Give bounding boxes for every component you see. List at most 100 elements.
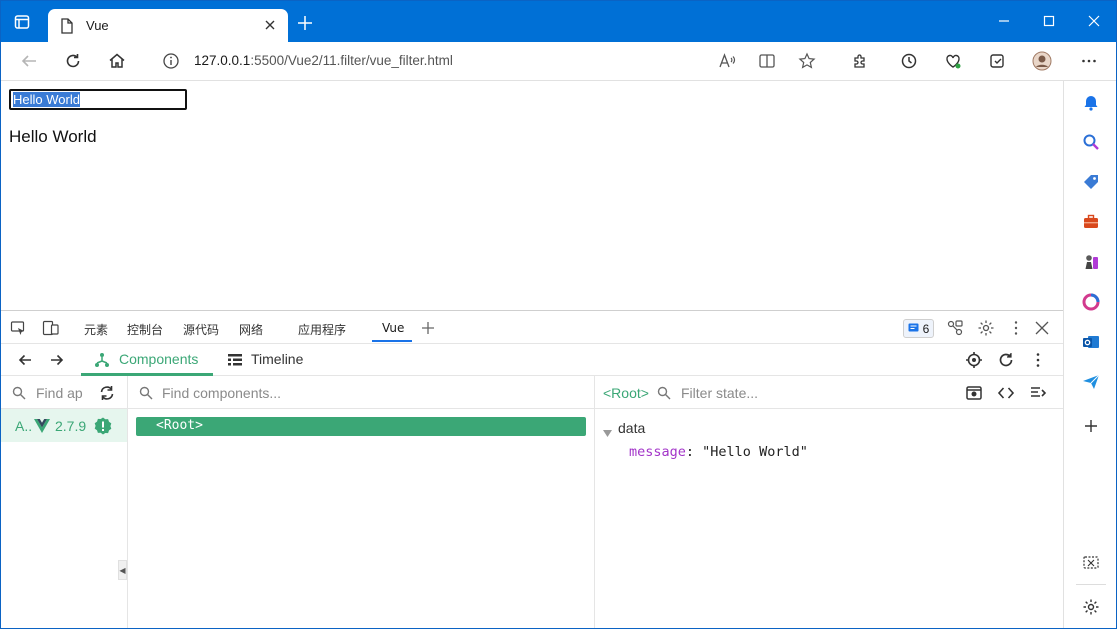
minimize-icon[interactable] — [996, 13, 1012, 29]
scroll-to-component-icon[interactable] — [965, 384, 983, 407]
vue-forward-icon[interactable] — [49, 352, 65, 373]
search-icon[interactable] — [1081, 132, 1101, 152]
components-tree-pane: Find components... <Root> — [128, 376, 595, 628]
property-value: "Hello World" — [702, 444, 808, 460]
vue-logo-icon — [34, 419, 50, 438]
notification-bell-icon[interactable] — [1081, 92, 1101, 112]
browser-window: Vue 127.0.0.1:5500/Vue2/11.filter/vue_fi… — [0, 0, 1117, 629]
tab-elements[interactable]: 元素 — [84, 321, 108, 338]
connected-devices-icon[interactable] — [946, 319, 964, 342]
tab-console[interactable]: 控制台 — [127, 321, 163, 338]
close-tab-icon[interactable] — [262, 17, 278, 33]
apps-search[interactable]: Find ap — [1, 376, 127, 409]
tools-briefcase-icon[interactable] — [1081, 212, 1101, 232]
root-component-label: <Root> — [156, 418, 203, 433]
more-tabs-plus-icon[interactable] — [420, 320, 436, 341]
sidebar-divider — [1076, 584, 1106, 585]
history-icon[interactable] — [899, 51, 919, 71]
new-tab-icon[interactable] — [297, 15, 313, 31]
read-aloud-icon[interactable] — [717, 51, 737, 71]
vue-version: 2.7.9 — [55, 418, 87, 434]
inspect-element-icon[interactable] — [10, 320, 26, 341]
profile-avatar[interactable] — [1032, 51, 1052, 71]
edge-sidebar — [1063, 81, 1116, 628]
app-list-item[interactable]: A.. 2.7.9 — [1, 409, 127, 442]
devtools-tab-bar: 元素 控制台 源代码 网络 应用程序 Vue 6 — [1, 311, 1063, 344]
back-icon[interactable] — [19, 51, 39, 71]
root-component-row[interactable]: <Root> — [136, 417, 586, 436]
games-chess-icon[interactable] — [1081, 252, 1101, 272]
active-tab-indicator — [372, 340, 412, 342]
address-bar[interactable]: 127.0.0.1:5500/Vue2/11.filter/vue_filter… — [194, 53, 453, 68]
tab-sources[interactable]: 源代码 — [183, 321, 219, 338]
maximize-icon[interactable] — [1041, 13, 1057, 29]
favorite-star-icon[interactable] — [797, 51, 817, 71]
collapse-pane-handle[interactable]: ◀ — [118, 560, 127, 580]
vue-more-icon[interactable] — [1029, 351, 1047, 374]
data-expand-arrow-icon[interactable] — [603, 425, 613, 443]
microsoft-365-icon[interactable] — [1081, 292, 1101, 312]
components-tab[interactable]: Components — [119, 351, 198, 367]
app-name: A.. — [15, 418, 33, 434]
components-search-placeholder: Find components... — [162, 385, 282, 401]
shopping-tag-icon[interactable] — [1081, 172, 1101, 192]
close-devtools-icon[interactable] — [1034, 320, 1050, 341]
selected-component-name: <Root> — [603, 385, 649, 401]
devtools-panel: 元素 控制台 源代码 网络 应用程序 Vue 6 Components Time… — [1, 310, 1063, 628]
property-colon: : — [685, 444, 703, 460]
components-search[interactable]: Find components... — [128, 376, 594, 409]
message-display: Hello World — [9, 127, 97, 146]
settings-gear-icon[interactable] — [1081, 597, 1101, 617]
tab-vue[interactable]: Vue — [382, 321, 404, 335]
state-filter[interactable]: <Root> Filter state... — [595, 376, 1063, 409]
apps-pane: Find ap A.. 2.7.9 ◀ — [1, 376, 128, 628]
refresh-icon[interactable] — [63, 51, 83, 71]
browser-essentials-icon[interactable] — [943, 51, 963, 71]
tab-title: Vue — [86, 18, 109, 33]
more-options-icon[interactable] — [1079, 51, 1099, 71]
home-icon[interactable] — [107, 51, 127, 71]
tab-actions-icon[interactable] — [11, 11, 33, 33]
devtools-settings-icon[interactable] — [977, 319, 995, 342]
title-bar: Vue — [1, 1, 1116, 42]
page-viewport: Hello World Hello World — [1, 81, 1063, 310]
tab-network[interactable]: 网络 — [239, 321, 263, 338]
state-filter-placeholder: Filter state... — [681, 385, 759, 401]
url-path: :5500/Vue2/11.filter/vue_filter.html — [250, 53, 453, 68]
data-section-label: data — [618, 420, 646, 436]
collections-icon[interactable] — [987, 51, 1007, 71]
outlook-icon[interactable] — [1081, 332, 1101, 352]
site-info-icon[interactable] — [161, 51, 181, 71]
refresh-components-icon[interactable] — [997, 351, 1015, 374]
inspect-dom-code-icon[interactable] — [997, 384, 1015, 407]
state-property-row[interactable]: message: "Hello World" — [629, 444, 808, 460]
screenshot-icon[interactable] — [1081, 553, 1101, 573]
message-input[interactable]: Hello World — [9, 89, 187, 110]
devtools-more-icon[interactable] — [1007, 319, 1025, 342]
select-component-target-icon[interactable] — [965, 351, 983, 374]
vue-back-icon[interactable] — [17, 352, 33, 373]
extensions-icon[interactable] — [850, 51, 870, 71]
vue-devtools-nav: Components Timeline — [1, 344, 1063, 376]
add-sidebar-icon[interactable] — [1081, 416, 1101, 436]
components-search-icon — [139, 386, 153, 405]
send-icon[interactable] — [1081, 372, 1101, 392]
apps-search-placeholder: Find ap — [36, 385, 83, 401]
open-in-editor-icon[interactable] — [1029, 384, 1047, 407]
property-key: message — [629, 444, 686, 460]
issues-count: 6 — [922, 321, 930, 336]
browser-toolbar: 127.0.0.1:5500/Vue2/11.filter/vue_filter… — [1, 42, 1116, 81]
state-filter-search-icon — [657, 386, 671, 405]
message-icon — [908, 323, 919, 332]
app-warning-badge-icon — [94, 417, 112, 440]
device-emulation-icon[interactable] — [42, 320, 60, 341]
timeline-tab[interactable]: Timeline — [251, 351, 303, 367]
tab-application[interactable]: 应用程序 — [298, 321, 346, 338]
browser-tab[interactable]: Vue — [48, 9, 288, 42]
components-tree-icon — [94, 352, 110, 373]
refresh-apps-icon[interactable] — [98, 384, 116, 407]
issues-badge[interactable]: 6 — [903, 319, 934, 338]
url-host: 127.0.0.1 — [194, 53, 251, 68]
split-screen-icon[interactable] — [757, 51, 777, 71]
close-window-icon[interactable] — [1086, 13, 1102, 29]
